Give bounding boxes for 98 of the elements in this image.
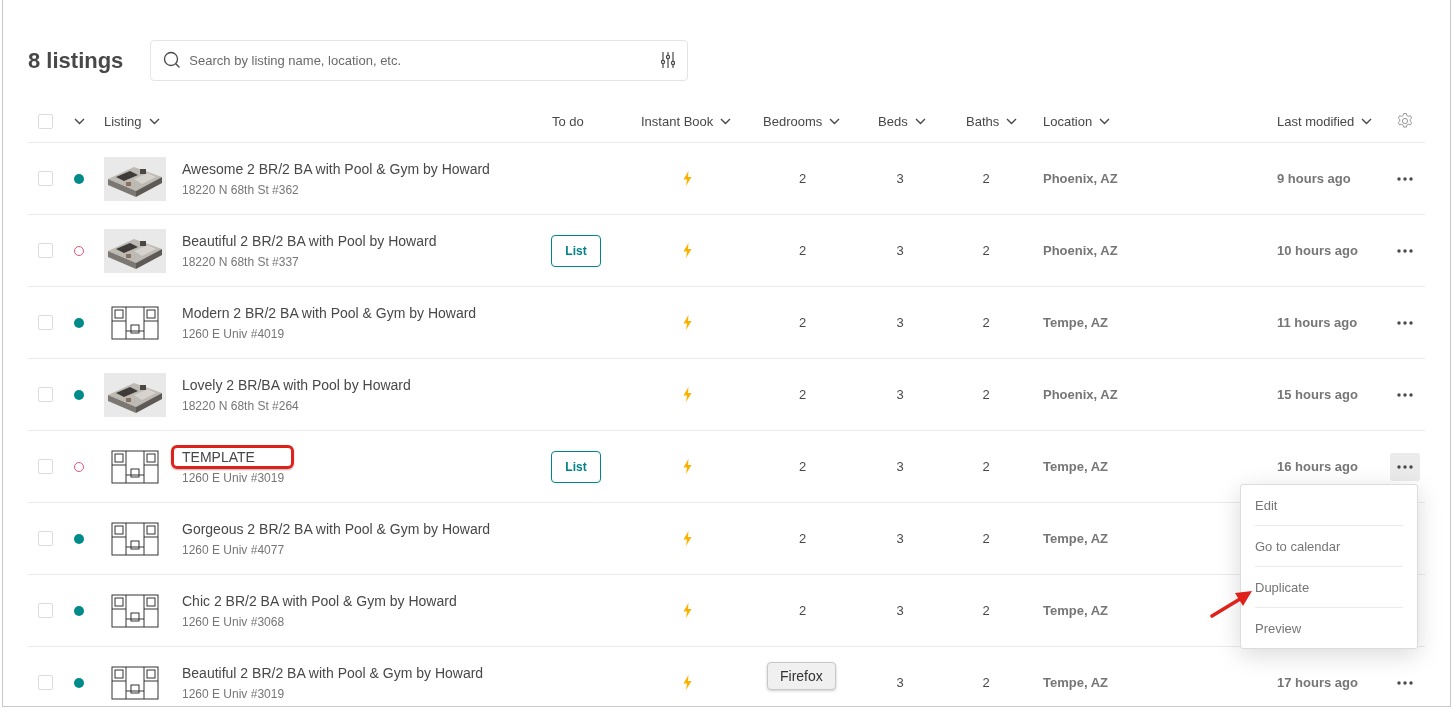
more-icon [1397, 320, 1413, 325]
listing-address: 1260 E Univ #4019 [182, 327, 285, 341]
menu-item[interactable]: Preview [1255, 608, 1403, 648]
settings-icon[interactable] [1396, 112, 1414, 130]
table-cell: 2 [798, 459, 807, 474]
checkbox[interactable] [37, 243, 53, 258]
table-cell: 2 [982, 531, 990, 546]
table-cell: 17 hours ago [1277, 675, 1358, 690]
table-cell: 10 hours ago [1277, 243, 1358, 258]
more-icon [1397, 680, 1413, 685]
column-header[interactable]: Bedrooms [763, 113, 823, 129]
list-button[interactable]: List [551, 234, 601, 267]
table-cell: 2 [798, 603, 807, 618]
table-cell: 11 hours ago [1277, 315, 1358, 330]
table-cell: 3 [896, 171, 904, 186]
chevron-icon[interactable] [720, 117, 732, 125]
table-cell: Tempe, AZ [1043, 675, 1108, 690]
table-cell: 2 [982, 243, 990, 258]
column-header[interactable]: Last modified [1277, 113, 1355, 129]
listing-address: 1260 E Univ #3019 [182, 687, 285, 701]
listing-title[interactable]: Modern 2 BR/2 BA with Pool & Gym by Howard [171, 301, 488, 325]
table-cell: 3 [896, 459, 904, 474]
table-cell: 15 hours ago [1277, 387, 1358, 402]
menu-item[interactable]: Go to calendar [1255, 526, 1403, 567]
table-cell: 3 [896, 387, 904, 402]
listing-title[interactable]: Lovely 2 BR/BA with Pool by Howard [171, 373, 422, 397]
table-cell: 2 [982, 171, 990, 186]
table-cell: Tempe, AZ [1043, 315, 1108, 330]
table-cell: 2 [982, 315, 990, 330]
checkbox[interactable] [37, 113, 53, 129]
column-header[interactable]: Baths [966, 113, 1000, 129]
table-cell: Tempe, AZ [1043, 603, 1108, 618]
tooltip: Firefox [767, 662, 836, 690]
listing-address: 18220 N 68th St #264 [182, 399, 299, 413]
table-cell: Phoenix, AZ [1043, 387, 1118, 402]
checkbox[interactable] [37, 171, 53, 186]
listing-title[interactable]: Chic 2 BR/2 BA with Pool & Gym by Howard [171, 589, 468, 613]
listing-address: 1260 E Univ #4077 [182, 543, 285, 557]
chevron-icon[interactable] [1006, 117, 1018, 125]
table-cell: 2 [982, 675, 990, 690]
table-cell: 16 hours ago [1277, 459, 1358, 474]
list-button[interactable]: List [551, 450, 601, 483]
checkbox[interactable] [37, 459, 53, 474]
table-cell: 2 [798, 531, 807, 546]
chevron-icon[interactable] [829, 117, 841, 125]
more-icon [1397, 176, 1413, 181]
table-cell: 3 [896, 243, 904, 258]
checkbox[interactable] [37, 315, 53, 330]
search-icon [163, 51, 182, 69]
checkbox[interactable] [37, 531, 53, 546]
more-icon [1397, 392, 1413, 397]
chevron-icon[interactable] [914, 117, 926, 125]
chevron-icon[interactable] [1361, 117, 1373, 125]
column-header[interactable]: Beds [878, 113, 908, 129]
column-header[interactable]: Instant Book [641, 113, 714, 129]
table-cell: 9 hours ago [1277, 171, 1351, 186]
table-cell: Phoenix, AZ [1043, 171, 1118, 186]
chevron-icon[interactable] [148, 117, 160, 125]
filter-icon[interactable] [661, 52, 676, 68]
table-cell: Tempe, AZ [1043, 459, 1108, 474]
table-cell: 2 [798, 243, 807, 258]
column-header[interactable]: To do [552, 113, 584, 129]
listing-title[interactable]: Awesome 2 BR/2 BA with Pool & Gym by Howard [171, 157, 501, 181]
menu-item[interactable]: Edit [1255, 485, 1403, 526]
arrow-annotation [1210, 589, 1254, 619]
listing-address: 18220 N 68th St #362 [182, 183, 299, 197]
listing-title[interactable]: Gorgeous 2 BR/2 BA with Pool & Gym by Howard [171, 517, 502, 541]
table-cell: Tempe, AZ [1043, 531, 1108, 546]
chevron-icon[interactable] [73, 117, 85, 125]
menu-item[interactable]: Duplicate [1255, 567, 1403, 608]
table-cell: 2 [982, 459, 990, 474]
checkbox[interactable] [37, 603, 53, 618]
chevron-icon[interactable] [1099, 117, 1111, 125]
listing-address: 1260 E Univ #3019 [182, 471, 285, 485]
table-cell: 3 [896, 315, 904, 330]
more-icon [1397, 464, 1413, 469]
table-cell: Phoenix, AZ [1043, 243, 1118, 258]
checkbox[interactable] [37, 387, 53, 402]
table-cell: 2 [798, 387, 807, 402]
checkbox[interactable] [37, 675, 53, 690]
more-button[interactable] [1390, 452, 1420, 481]
search-field[interactable]: Search by listing name, location, etc. [150, 40, 689, 81]
table-cell: 3 [896, 675, 904, 690]
listing-title[interactable]: Beautiful 2 BR/2 BA with Pool by Howard [171, 229, 448, 253]
more-icon [1397, 248, 1413, 253]
page-title: 8 listings [28, 47, 124, 74]
listing-address: 1260 E Univ #3068 [182, 615, 285, 629]
listing-title[interactable]: Beautiful 2 BR/2 BA with Pool & Gym by Howard [171, 661, 495, 685]
listing-title[interactable]: TEMPLATE [171, 445, 294, 469]
table-cell: 2 [982, 387, 990, 402]
table-cell: 3 [896, 603, 904, 618]
table-cell: 3 [896, 531, 904, 546]
column-header[interactable]: Location [1043, 113, 1093, 129]
table-cell: 2 [798, 315, 807, 330]
table-cell: 2 [798, 171, 807, 186]
table-cell: 2 [982, 603, 990, 618]
listing-address: 18220 N 68th St #337 [182, 255, 299, 269]
column-header[interactable]: Listing [104, 113, 142, 129]
